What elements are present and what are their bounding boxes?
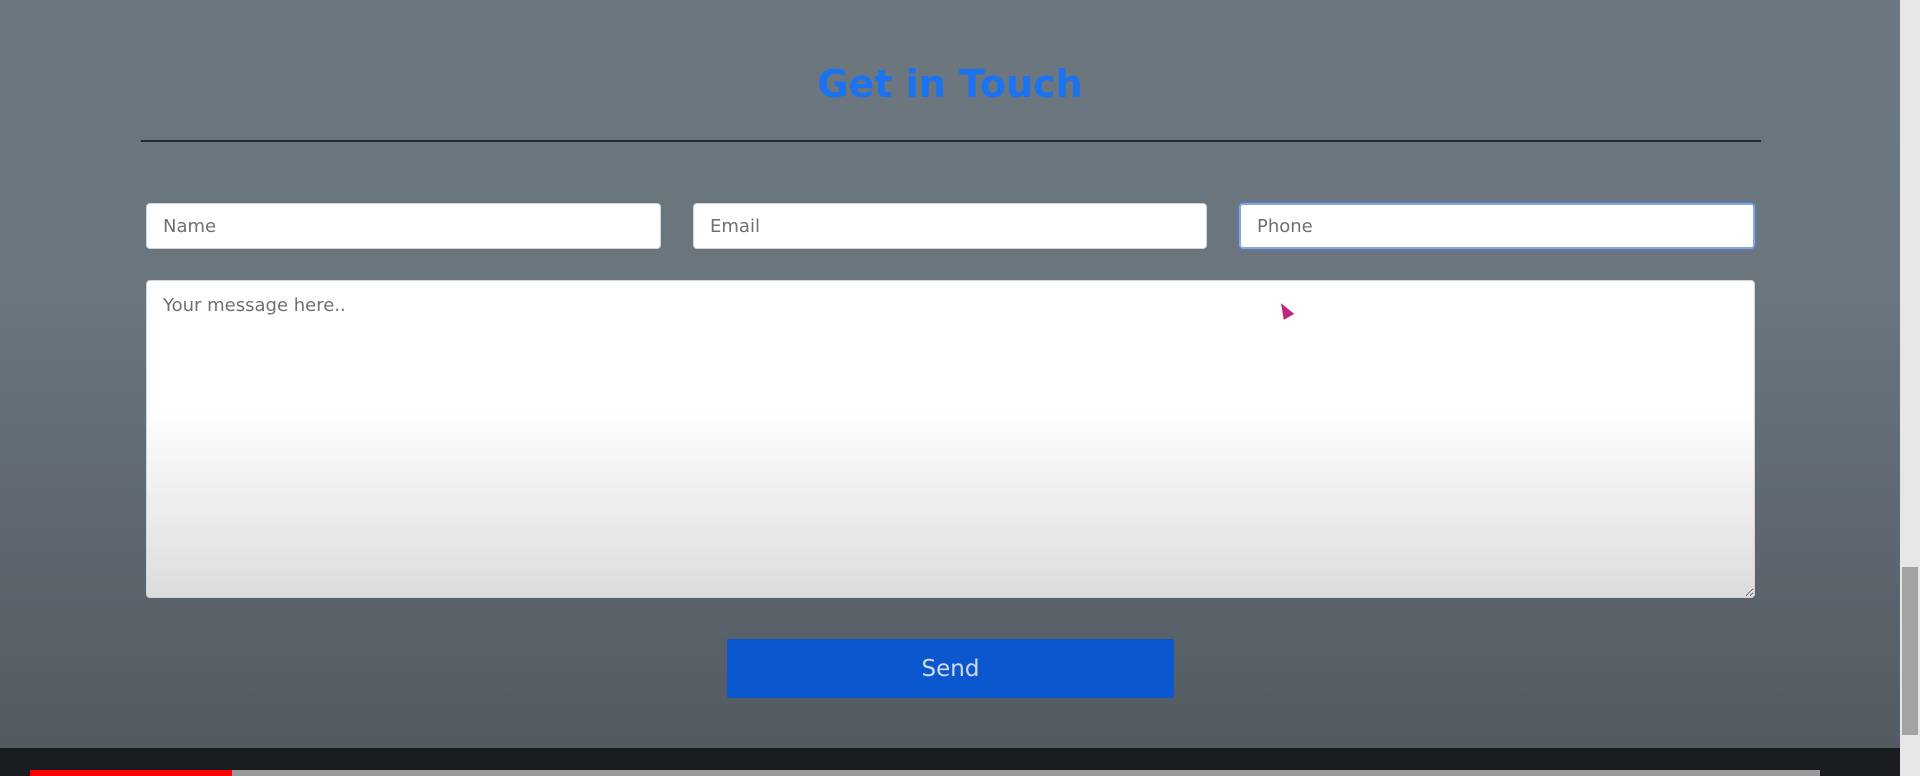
section-title: Get in Touch	[817, 62, 1083, 106]
send-button[interactable]: Send	[727, 639, 1174, 698]
scrollbar[interactable]	[1900, 0, 1920, 776]
contact-section: Get in Touch Send	[0, 0, 1900, 748]
phone-input[interactable]	[1239, 203, 1755, 249]
email-input[interactable]	[693, 203, 1207, 249]
name-input[interactable]	[146, 203, 661, 249]
scrollbar-thumb[interactable]	[1902, 567, 1918, 735]
video-progress-fill	[30, 770, 233, 776]
title-divider	[141, 140, 1761, 142]
video-progress-bar[interactable]	[30, 770, 1820, 776]
message-textarea[interactable]	[146, 280, 1755, 598]
